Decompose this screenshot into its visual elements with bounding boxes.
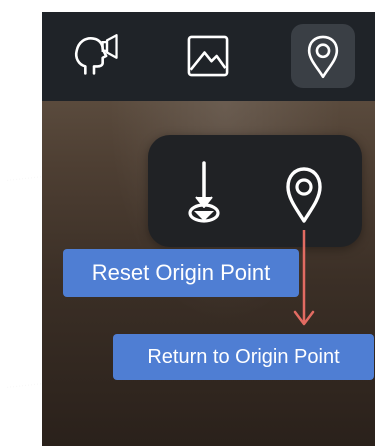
image-icon <box>187 35 229 77</box>
top-toolbar <box>42 12 375 101</box>
location-tool-button[interactable] <box>291 24 355 88</box>
voice-tool-button[interactable] <box>62 24 126 88</box>
watermark-text: ············ <box>5 378 43 392</box>
image-tool-button[interactable] <box>176 24 240 88</box>
reset-origin-label: Reset Origin Point <box>63 249 299 297</box>
viewport-scene <box>42 12 375 446</box>
origin-popover <box>148 135 362 247</box>
location-pin-icon <box>307 35 339 79</box>
reset-origin-button[interactable] <box>172 155 236 231</box>
reset-origin-icon <box>188 161 220 223</box>
watermark-text: ············ <box>5 171 43 185</box>
return-origin-icon <box>286 167 322 223</box>
return-origin-label: Return to Origin Point <box>113 334 374 380</box>
voice-announce-icon <box>74 34 118 75</box>
return-origin-button[interactable] <box>272 155 336 231</box>
